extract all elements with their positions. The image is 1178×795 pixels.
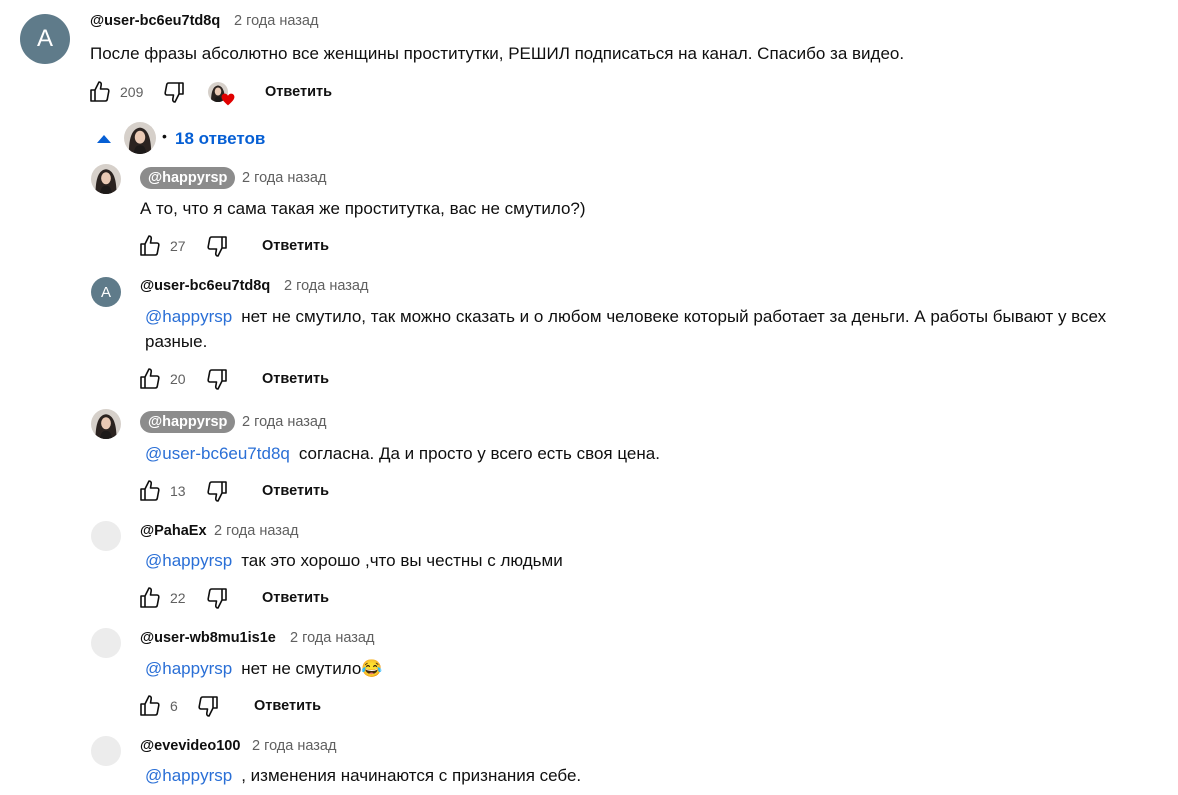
- reply-time[interactable]: 2 года назад: [242, 170, 326, 186]
- reply-text: @happyrsp нет не смутило, так можно сказа…: [145, 304, 1155, 354]
- mention-link[interactable]: @user-bc6eu7td8q: [145, 444, 290, 463]
- reply-button[interactable]: Ответить: [262, 590, 329, 606]
- dot-separator: •: [162, 128, 167, 144]
- reply-text: А то, что я сама такая же проститутка, в…: [140, 199, 586, 218]
- avatar[interactable]: A: [91, 277, 121, 307]
- like-count: 13: [170, 483, 186, 499]
- reply-author[interactable]: @PahaEx: [140, 523, 207, 539]
- replies-count-link[interactable]: 18 ответов: [175, 129, 265, 149]
- mention-link[interactable]: @happyrsp: [145, 659, 232, 678]
- reply-author[interactable]: @evevideo100: [140, 738, 240, 754]
- mention-link[interactable]: @happyrsp: [145, 766, 232, 785]
- comment-time[interactable]: 2 года назад: [234, 13, 318, 29]
- like-icon[interactable]: [138, 367, 162, 391]
- like-count: 22: [170, 590, 186, 606]
- reply-author[interactable]: @happyrsp: [140, 167, 236, 189]
- reply-text-body: согласна. Да и просто у всего есть своя …: [298, 444, 660, 463]
- avatar[interactable]: [91, 409, 121, 439]
- reply-button[interactable]: Ответить: [262, 238, 329, 254]
- like-icon[interactable]: [138, 694, 162, 718]
- reply-time[interactable]: 2 года назад: [290, 630, 374, 646]
- like-icon[interactable]: [138, 234, 162, 258]
- reply-button[interactable]: Ответить: [262, 371, 329, 387]
- dislike-icon[interactable]: [205, 367, 229, 391]
- reply-author[interactable]: @user-wb8mu1is1e: [140, 630, 276, 646]
- avatar[interactable]: [91, 164, 121, 194]
- dislike-icon[interactable]: [205, 479, 229, 503]
- reply-text-body: , изменения начинаются с признания себе.: [241, 766, 582, 785]
- dislike-icon[interactable]: [196, 694, 220, 718]
- reply-author[interactable]: @happyrsp: [140, 411, 236, 433]
- reply-text-body: так это хорошо ,что вы честны с людьми: [241, 551, 563, 570]
- avatar[interactable]: [91, 521, 121, 551]
- dislike-icon[interactable]: [205, 586, 229, 610]
- reply-time[interactable]: 2 года назад: [242, 414, 326, 430]
- like-count: 20: [170, 371, 186, 387]
- heart-icon: [221, 93, 235, 106]
- reply-text-body: нет не смутило, так можно сказать и о лю…: [145, 307, 1107, 351]
- mention-link[interactable]: @happyrsp: [145, 551, 232, 570]
- reply-text-body: нет не смутило: [241, 659, 362, 678]
- like-icon[interactable]: [138, 586, 162, 610]
- dislike-icon[interactable]: [205, 234, 229, 258]
- avatar[interactable]: A: [20, 14, 70, 64]
- comment-text: После фразы абсолютно все женщины прости…: [90, 44, 905, 63]
- reply-text: @happyrsp , изменения начинаются с призна…: [145, 763, 1155, 788]
- reply-text: @happyrsp так это хорошо ,что вы честны с…: [145, 548, 1155, 573]
- comment-author[interactable]: @user-bc6eu7td8q: [90, 13, 220, 29]
- creator-heart-badge: [208, 82, 236, 108]
- replier-avatar-icon: [124, 122, 156, 154]
- reply-time[interactable]: 2 года назад: [214, 523, 298, 539]
- replies-toggle[interactable]: • 18 ответов: [92, 120, 272, 156]
- reply-button[interactable]: Ответить: [254, 698, 321, 714]
- laughing-emoji-icon: 😂: [361, 659, 383, 678]
- reply-button[interactable]: Ответить: [262, 483, 329, 499]
- reply-time[interactable]: 2 года назад: [252, 738, 336, 754]
- like-icon[interactable]: [138, 479, 162, 503]
- avatar-letter: A: [36, 25, 53, 52]
- like-icon[interactable]: [88, 80, 112, 104]
- avatar[interactable]: [91, 736, 121, 766]
- dislike-icon[interactable]: [162, 80, 186, 104]
- reply-text: @user-bc6eu7td8q согласна. Да и просто у …: [145, 441, 1155, 466]
- like-count: 6: [170, 698, 178, 714]
- avatar[interactable]: [91, 628, 121, 658]
- collapse-arrow-icon: [97, 135, 111, 143]
- mention-link[interactable]: @happyrsp: [145, 307, 232, 326]
- reply-time[interactable]: 2 года назад: [284, 278, 368, 294]
- avatar-letter: A: [100, 283, 111, 301]
- like-count: 209: [120, 84, 144, 100]
- reply-button[interactable]: Ответить: [265, 84, 332, 100]
- like-count: 27: [170, 238, 186, 254]
- reply-text: @happyrsp нет не смутило😂: [145, 656, 1155, 681]
- reply-author[interactable]: @user-bc6eu7td8q: [140, 278, 270, 294]
